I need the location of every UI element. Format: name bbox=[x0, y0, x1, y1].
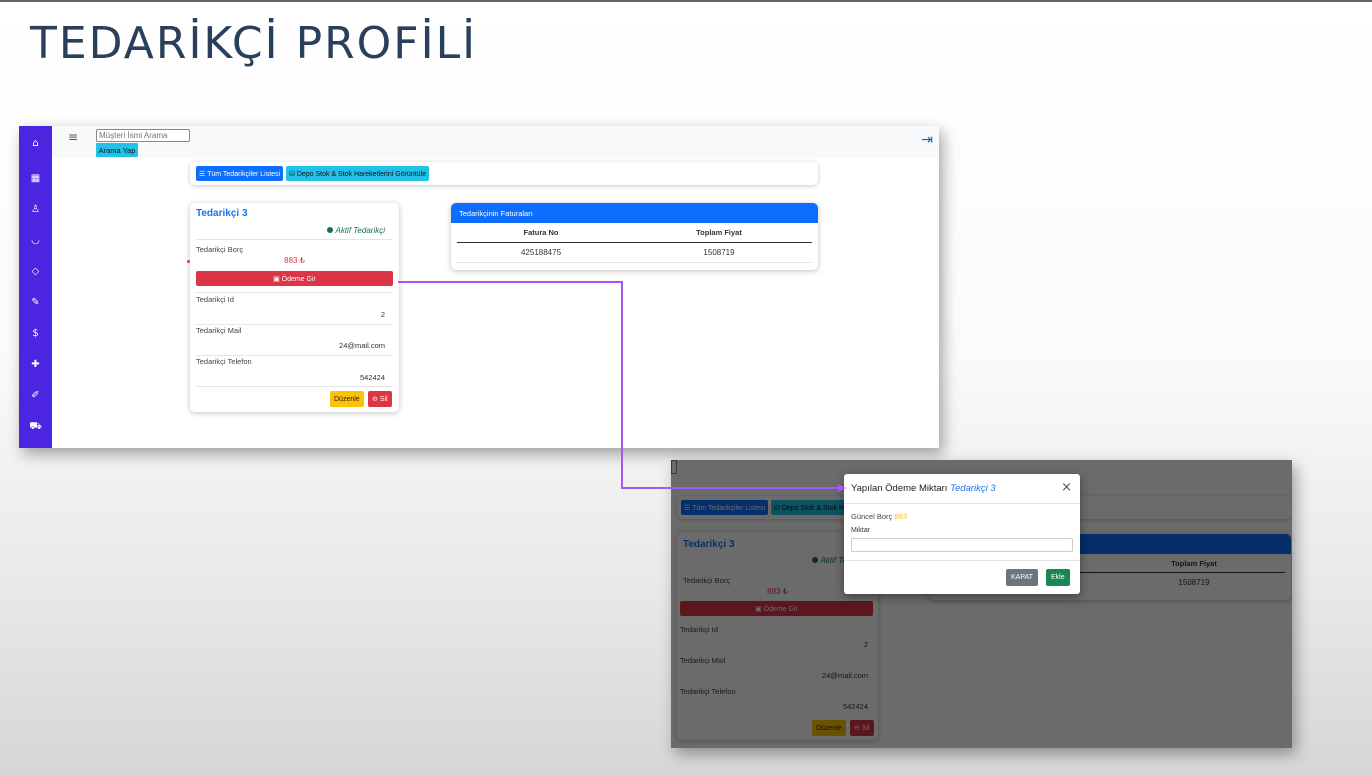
dollar-icon[interactable]: $ bbox=[19, 328, 52, 339]
amount-label: Miktar bbox=[851, 527, 871, 534]
close-button[interactable]: KAPAT bbox=[1006, 569, 1038, 586]
tag-icon[interactable]: ◇ bbox=[19, 266, 52, 277]
add-button[interactable]: Ekle bbox=[1046, 569, 1070, 586]
marker-dot bbox=[187, 260, 190, 263]
user-icon[interactable]: ♙ bbox=[19, 204, 52, 215]
brush-icon[interactable]: ✐ bbox=[19, 390, 52, 401]
hamburger-icon[interactable]: ≡ bbox=[68, 130, 78, 144]
divider bbox=[196, 239, 393, 240]
plus-icon[interactable]: ✚ bbox=[19, 359, 52, 370]
modal-title-text: Yapılan Ödeme Miktarı bbox=[851, 483, 948, 494]
modal-title-supplier: Tedarikçi 3 bbox=[950, 483, 996, 494]
delete-button-label: Sil bbox=[379, 396, 388, 403]
modal-title: Yapılan Ödeme Miktarı Tedarikçi 3 bbox=[851, 483, 996, 494]
divider bbox=[196, 355, 393, 356]
all-suppliers-label: Tüm Tedarikçiler Listesi bbox=[207, 170, 281, 178]
home-icon[interactable]: ⌂ bbox=[19, 138, 52, 149]
edit-button[interactable]: Düzenle bbox=[330, 391, 364, 407]
pencil-icon[interactable]: ✎ bbox=[19, 297, 52, 308]
divider bbox=[196, 324, 393, 325]
debt-label: Tedarikçi Borç bbox=[196, 245, 244, 254]
id-value: 2 bbox=[380, 310, 385, 319]
header-rule bbox=[457, 242, 812, 243]
truck-icon[interactable]: ⛟ bbox=[19, 421, 52, 434]
search-button[interactable]: Arama Yap bbox=[96, 143, 138, 157]
mail-value: 24@mail.com bbox=[339, 341, 385, 350]
close-icon[interactable]: × bbox=[1061, 480, 1072, 495]
phone-value: 542424 bbox=[359, 373, 385, 382]
current-debt-label: Güncel Borç bbox=[851, 512, 893, 521]
status-label: Aktif Tedarikçi bbox=[335, 226, 386, 235]
current-debt: Güncel Borç 883 bbox=[851, 512, 907, 521]
search-input[interactable] bbox=[96, 129, 190, 142]
sidebar: ⌂ ▦ ♙ ◡ ◇ ✎ $ ✚ ✐ ⛟ bbox=[19, 126, 52, 448]
supplier-name: Tedarikçi 3 bbox=[196, 208, 248, 219]
supplier-card: Tedarikçi 3 Aktif Tedarikçi Tedarikçi Bo… bbox=[190, 203, 399, 412]
divider bbox=[844, 560, 1080, 561]
column-header: Fatura No bbox=[523, 228, 559, 237]
grid-icon[interactable]: ▦ bbox=[19, 173, 52, 184]
row-rule bbox=[457, 262, 812, 263]
invoices-card: Tedarikçinin Faturaları Fatura No Toplam… bbox=[451, 203, 818, 270]
slide-title: TEDARİKÇİ PROFİLİ bbox=[30, 18, 478, 69]
topbar: ≡ Arama Yap ⇥ bbox=[52, 126, 939, 158]
pay-button-label: Ödeme Gir bbox=[281, 275, 316, 283]
divider bbox=[844, 503, 1080, 504]
stock-view-label: Depo Stok & Stok Hareketlerini Görüntüle bbox=[296, 170, 426, 178]
current-debt-value: 883 bbox=[894, 512, 907, 521]
basket-icon[interactable]: ◡ bbox=[19, 235, 52, 246]
logout-icon[interactable]: ⇥ bbox=[921, 132, 933, 148]
column-header: Toplam Fiyat bbox=[696, 228, 742, 237]
table-cell: 425188475 bbox=[520, 248, 562, 257]
amount-input[interactable] bbox=[851, 538, 1073, 552]
debt-value: 883 ₺ bbox=[284, 256, 305, 265]
all-suppliers-button[interactable]: ☰ Tüm Tedarikçiler Listesi bbox=[196, 166, 284, 181]
id-label: Tedarikçi Id bbox=[196, 295, 234, 304]
pay-button[interactable]: ▣ Ödeme Gir bbox=[196, 271, 393, 286]
mail-label: Tedarikçi Mail bbox=[196, 326, 242, 335]
stock-view-button[interactable]: ⛁ Depo Stok & Stok Hareketlerini Görüntü… bbox=[286, 166, 429, 181]
check-circle-icon bbox=[326, 227, 333, 233]
delete-button[interactable]: ⊖ Sil bbox=[368, 391, 392, 407]
screenshot-payment-modal: ☰ Tüm Tedarikçiler Listesi ⛁ Depo Stok &… bbox=[671, 460, 1292, 748]
divider bbox=[196, 292, 393, 293]
invoices-header: Tedarikçinin Faturaları bbox=[451, 203, 818, 223]
payment-modal: Yapılan Ödeme Miktarı Tedarikçi 3 × Günc… bbox=[844, 474, 1080, 594]
top-rule bbox=[0, 0, 1372, 2]
phone-label: Tedarikçi Telefon bbox=[196, 357, 252, 366]
action-bar: ☰ Tüm Tedarikçiler Listesi ⛁ Depo Stok &… bbox=[190, 162, 818, 185]
divider bbox=[196, 386, 393, 387]
table-cell: 1508719 bbox=[703, 248, 735, 257]
screenshot-supplier-profile: ⌂ ▦ ♙ ◡ ◇ ✎ $ ✚ ✐ ⛟ ≡ Arama Yap ⇥ ☰ Tüm … bbox=[19, 126, 939, 448]
status-badge: Aktif Tedarikçi bbox=[326, 226, 386, 235]
